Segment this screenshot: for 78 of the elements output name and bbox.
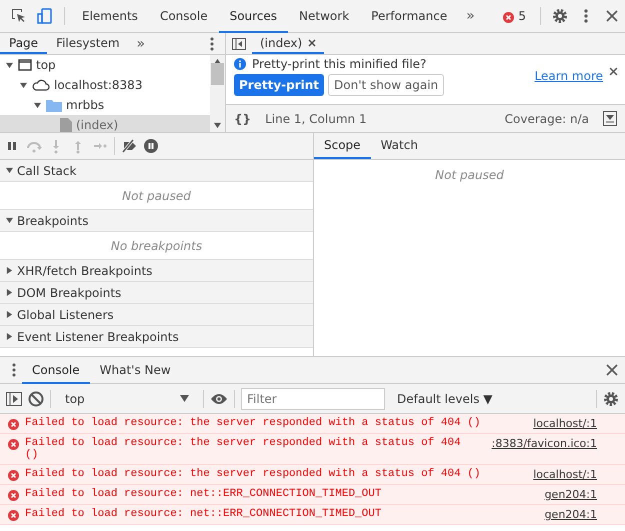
settings-icon[interactable] [603, 390, 619, 406]
collapsed-arrow-icon[interactable] [6, 333, 13, 340]
filter-field[interactable]: Filter [241, 388, 385, 410]
download-icon[interactable] [603, 111, 617, 126]
pretty-print-toggle[interactable]: {} [234, 112, 252, 126]
source-link[interactable]: gen204:1 [544, 508, 597, 521]
scrollbar-thumb[interactable] [211, 62, 224, 84]
collapsed-arrow-icon[interactable] [6, 267, 13, 274]
error-icon [8, 419, 19, 430]
sidebar-tab[interactable]: Watch [370, 133, 428, 159]
dropdown-arrow-icon[interactable] [180, 395, 189, 402]
console-message: Failed to load resource: net::ERR_CONNECTION_TIMED_OUT [25, 508, 382, 520]
source-link[interactable]: localhost/:1 [533, 468, 597, 481]
error-icon [8, 439, 19, 450]
section-title: Global Listeners [17, 308, 114, 322]
close-icon[interactable] [308, 38, 316, 46]
more-tabs[interactable]: » [458, 8, 483, 24]
scroll-down-icon[interactable] [214, 122, 221, 129]
tree-item[interactable]: (index) [0, 115, 210, 132]
eye-icon[interactable] [210, 392, 228, 404]
window-icon [18, 59, 32, 71]
cursor-position: Line 1, Column 1 [265, 112, 367, 126]
empty-message: Not paused [435, 168, 504, 182]
error-icon [8, 470, 19, 481]
clear-console-icon[interactable] [28, 390, 44, 406]
drawer-tab[interactable]: What's New [90, 358, 181, 384]
console-message: Failed to load resource: the server responded with a status of 404 () [25, 468, 482, 480]
section-title: DOM Breakpoints [17, 286, 122, 300]
navigator-tab[interactable]: Page [0, 33, 48, 54]
info-icon [234, 58, 246, 70]
expanded-arrow-icon[interactable] [6, 217, 13, 224]
learn-more-link[interactable]: Learn more [534, 69, 603, 83]
sidebar-tab[interactable]: Scope [314, 133, 371, 159]
pause-circle-icon[interactable] [143, 138, 159, 154]
error-icon [8, 490, 19, 501]
levels-dropdown[interactable]: Default levels ▼ [391, 392, 498, 406]
dont-show-again-button[interactable]: Don't show again [328, 74, 444, 96]
empty-message: No breakpoints [110, 238, 202, 252]
error-icon [503, 12, 514, 22]
tree-item[interactable]: mrbbs [0, 95, 210, 115]
section-title: Call Stack [17, 164, 76, 178]
source-link[interactable]: :8383/favicon.ico:1 [492, 437, 597, 450]
expanded-arrow-icon[interactable] [34, 102, 40, 108]
file-icon [60, 118, 72, 132]
expanded-arrow-icon[interactable] [20, 82, 26, 88]
empty-message: Not paused [122, 188, 191, 202]
close-icon[interactable] [609, 67, 618, 76]
tree-item[interactable]: localhost:8383 [0, 75, 210, 95]
source-link[interactable]: localhost/:1 [533, 417, 597, 430]
navigator-tab[interactable]: Filesystem [47, 33, 129, 54]
infobar-message: Pretty-print this minified file? [252, 57, 426, 71]
console-message: Failed to load resource: the server responded with a status of 404 () [25, 417, 482, 429]
source-link[interactable]: gen204:1 [544, 488, 597, 501]
tree-item[interactable]: top [0, 55, 210, 75]
breakpoint-slash-icon[interactable] [121, 138, 137, 154]
error-icon [8, 510, 19, 521]
panel-tab[interactable]: Performance [360, 0, 458, 32]
pretty-print-button[interactable]: Pretty-print [234, 74, 324, 96]
folder-icon [46, 98, 62, 112]
panel-tab[interactable]: Elements [71, 0, 149, 32]
panel-tab[interactable]: Console [148, 0, 219, 32]
expanded-arrow-icon[interactable] [6, 62, 12, 68]
coverage-label: Coverage: n/a [504, 112, 589, 126]
console-message: Failed to load resource: the server responded with a status of 404 () [25, 437, 462, 461]
error-count[interactable]: 5 [518, 9, 526, 23]
collapsed-arrow-icon[interactable] [6, 311, 13, 318]
sidebar-toggle-icon[interactable] [6, 392, 22, 406]
more-tabs[interactable]: » [128, 33, 154, 54]
expanded-arrow-icon[interactable] [6, 167, 13, 174]
console-message: Failed to load resource: net::ERR_CONNECTION_TIMED_OUT [25, 488, 382, 500]
collapsed-arrow-icon[interactable] [6, 289, 13, 296]
context-dropdown[interactable]: top [57, 388, 197, 410]
file-tab[interactable]: (index) [260, 36, 302, 50]
section-title: Event Listener Breakpoints [17, 330, 179, 344]
panel-tab[interactable]: Network [288, 0, 360, 32]
cloud-icon [32, 79, 50, 91]
section-title: XHR/fetch Breakpoints [17, 264, 152, 278]
section-title: Breakpoints [17, 214, 88, 228]
